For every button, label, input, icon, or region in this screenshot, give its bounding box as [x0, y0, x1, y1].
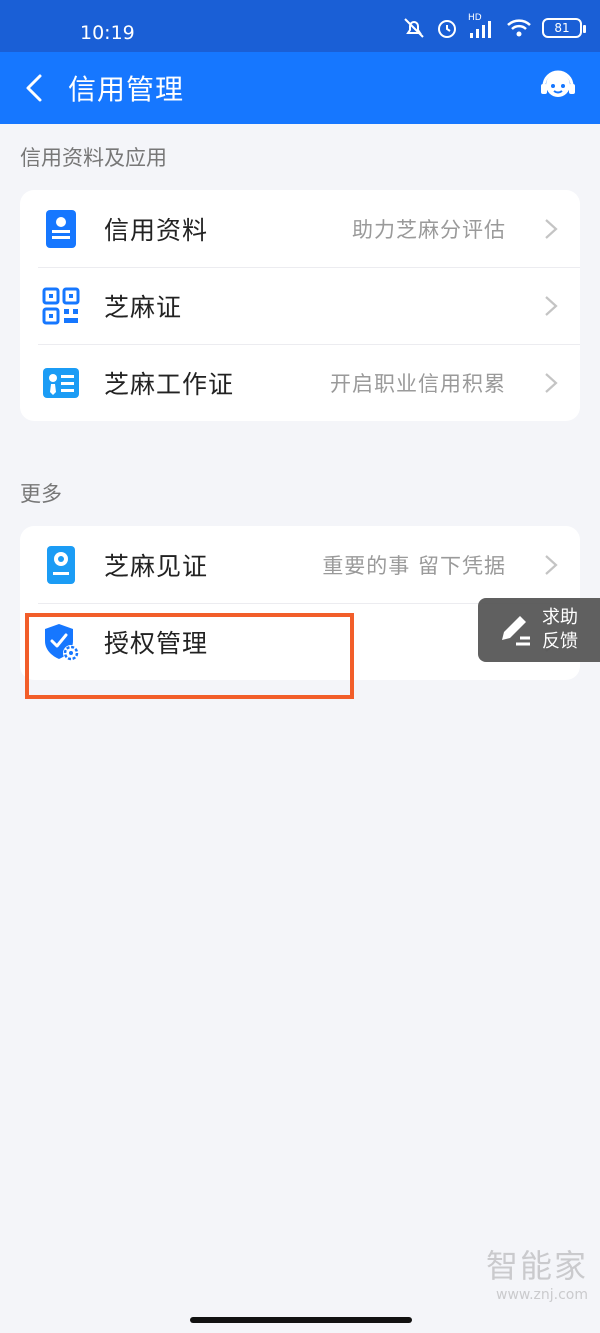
status-icons: HD 81 [402, 13, 586, 40]
witness-icon [47, 546, 75, 584]
status-bar: 10:19 HD 81 [0, 0, 600, 52]
watermark-logo-text: 智能家 [485, 1247, 588, 1285]
home-indicator[interactable] [190, 1317, 412, 1323]
section-title-more: 更多 [20, 482, 62, 506]
shield-gear-icon [45, 624, 79, 661]
help-label-line2: 反馈 [542, 631, 578, 652]
battery-icon: 81 [542, 18, 586, 38]
qr-code-icon [42, 287, 80, 325]
list-item-work-cert[interactable]: 芝麻工作证 开启职业信用积累 [20, 344, 580, 421]
section-title-credit: 信用资料及应用 [20, 146, 167, 170]
row-hint: 重要的事 留下凭据 [322, 553, 506, 578]
row-label: 芝麻工作证 [104, 369, 235, 399]
id-card-icon [46, 210, 76, 248]
status-time: 10:19 [80, 22, 135, 44]
wifi-icon [507, 19, 531, 37]
nav-bar: 信用管理 [0, 52, 600, 124]
row-label: 芝麻见证 [104, 551, 209, 581]
header: 10:19 HD 81 信用管理 [0, 0, 600, 124]
row-hint: 开启职业信用积累 [330, 371, 506, 396]
signal-icon: HD [468, 13, 496, 39]
mute-icon [404, 18, 424, 38]
pencil-icon [502, 616, 530, 646]
chevron-right-icon [545, 373, 558, 393]
back-arrow-icon[interactable] [18, 70, 54, 106]
help-feedback-button[interactable]: 求助 反馈 [478, 598, 600, 662]
list-item-witness[interactable]: 芝麻见证 重要的事 留下凭据 [20, 526, 580, 603]
row-label: 芝麻证 [104, 292, 183, 322]
help-label-line1: 求助 [542, 607, 578, 628]
row-label: 信用资料 [104, 215, 209, 245]
row-label: 授权管理 [104, 628, 209, 658]
alarm-icon [438, 20, 456, 38]
watermark-url: www.znj.com [496, 1287, 588, 1303]
work-badge-icon [43, 368, 79, 398]
customer-service-icon[interactable] [538, 66, 578, 106]
chevron-right-icon [545, 296, 558, 316]
page-title: 信用管理 [68, 73, 185, 106]
chevron-right-icon [545, 219, 558, 239]
list-item-credit-profile[interactable]: 信用资料 助力芝麻分评估 [20, 190, 580, 267]
chevron-right-icon [545, 555, 558, 575]
row-hint: 助力芝麻分评估 [352, 217, 506, 242]
credit-card-list: 信用资料 助力芝麻分评估 芝麻证 芝麻工作证 开启职业信用积累 [20, 190, 580, 421]
list-item-zhima-cert[interactable]: 芝麻证 [20, 267, 580, 344]
watermark: 智能家 www.znj.com [486, 1241, 588, 1303]
battery-level: 81 [554, 21, 570, 35]
